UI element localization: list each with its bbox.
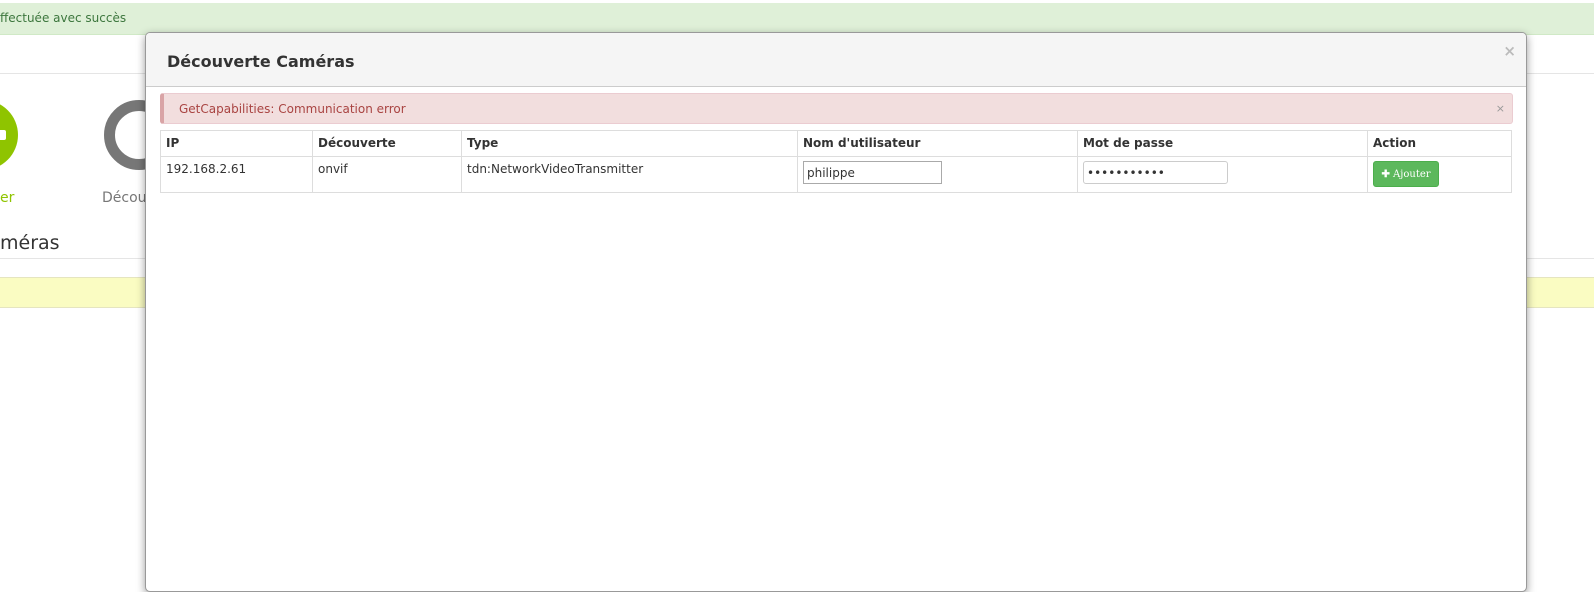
green-circle-icon — [0, 100, 18, 170]
success-banner: ffectuée avec succès — [0, 3, 1594, 35]
cell-ip: 192.168.2.61 — [160, 156, 313, 193]
cell-discovery: onvif — [312, 156, 462, 193]
add-button[interactable]: ✚ Ajouter — [1373, 161, 1439, 187]
add-label: Ajouter — [1393, 168, 1431, 180]
col-ip: IP — [160, 130, 313, 157]
col-action: Action — [1367, 130, 1512, 157]
cell-type: tdn:NetworkVideoTransmitter — [461, 156, 798, 193]
username-input[interactable] — [803, 161, 942, 184]
camera-discovery-modal: Découverte Caméras × GetCapabilities: Co… — [145, 32, 1527, 592]
col-discovery: Découverte — [312, 130, 462, 157]
col-password: Mot de passe — [1077, 130, 1368, 157]
section-heading: méras — [0, 232, 60, 254]
col-username: Nom d'utilisateur — [797, 130, 1078, 157]
modal-header: Découverte Caméras × — [146, 33, 1526, 87]
error-alert: GetCapabilities: Communication error × — [160, 93, 1513, 124]
close-icon[interactable]: × — [1496, 102, 1505, 115]
close-icon[interactable]: × — [1503, 42, 1516, 60]
cell-action: ✚ Ajouter — [1367, 156, 1512, 193]
cell-password — [1077, 156, 1368, 193]
green-label[interactable]: er — [0, 190, 14, 206]
password-input[interactable] — [1083, 161, 1228, 184]
plus-icon: ✚ — [1381, 168, 1390, 180]
table-row: 192.168.2.61 onvif tdn:NetworkVideoTrans… — [160, 156, 1512, 193]
cameras-table: IP Découverte Type Nom d'utilisateur Mot… — [160, 130, 1512, 193]
modal-title: Découverte Caméras — [167, 52, 355, 71]
error-message: GetCapabilities: Communication error — [179, 102, 406, 116]
cell-username — [797, 156, 1078, 193]
discovery-label[interactable]: Décou — [102, 190, 147, 206]
col-type: Type — [461, 130, 798, 157]
